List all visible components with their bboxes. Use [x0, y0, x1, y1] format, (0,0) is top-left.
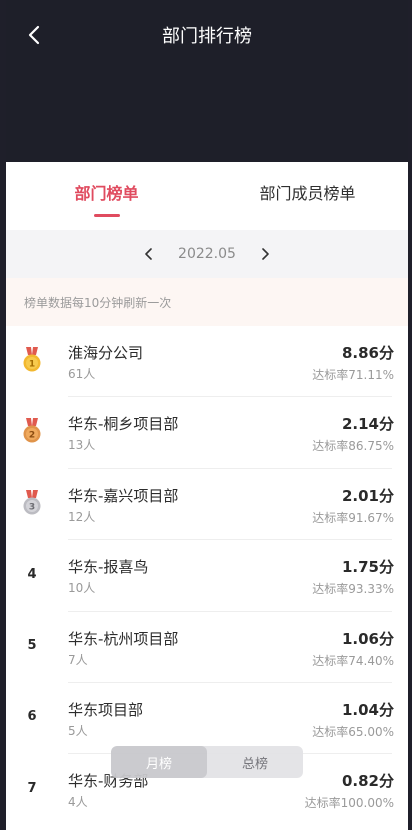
score: 1.75分	[341, 558, 394, 577]
page-title: 部门排行榜	[162, 26, 252, 47]
tab-bar: 部门榜单 部门成员榜单	[6, 162, 408, 230]
department-name: 淮海分公司	[68, 344, 144, 362]
gold-medal-icon: 1	[23, 347, 41, 372]
right-edge	[408, 0, 412, 830]
app-screen: 部门排行榜 部门榜单 部门成员榜单 2022.05 榜单数据每10分钟刷新一次	[0, 0, 412, 830]
notice-text: 榜单数据每10分钟刷新一次	[24, 295, 172, 310]
department-name: 华东-杭州项目部	[68, 629, 179, 648]
svg-text:2: 2	[29, 431, 35, 441]
rank-number: 6	[27, 709, 37, 725]
member-count: 5人	[68, 723, 88, 738]
ranking-row[interactable]: 1 淮海分公司 61人 8.86分 达标率71.11%	[6, 326, 408, 398]
completion-rate: 达标率74.40%	[312, 653, 394, 668]
score: 8.86分	[341, 344, 394, 362]
svg-text:3: 3	[29, 502, 35, 512]
total-ranking-button[interactable]: 总榜	[207, 746, 303, 778]
tab-label: 部门榜单	[74, 184, 139, 203]
rank-number: 7	[27, 780, 37, 796]
tab-department-ranking[interactable]: 部门榜单	[6, 162, 207, 230]
score: 2.14分	[341, 415, 394, 434]
completion-rate: 达标率86.75%	[312, 439, 394, 454]
header: 部门排行榜	[6, 0, 408, 162]
monthly-ranking-button[interactable]: 月榜	[111, 746, 207, 778]
silver-medal-icon: 2	[23, 418, 41, 443]
current-month: 2022.05	[178, 246, 236, 262]
ranking-row[interactable]: 5 华东-杭州项目部 7人 1.06分 达标率74.40%	[6, 612, 408, 683]
member-count: 12人	[68, 509, 96, 524]
score: 0.82分	[341, 772, 394, 791]
completion-rate: 达标率65.00%	[312, 724, 394, 739]
rank-number: 5	[27, 638, 37, 654]
rank-number: 4	[27, 566, 37, 582]
period-toggle: 月榜 总榜	[111, 746, 303, 778]
tab-member-ranking[interactable]: 部门成员榜单	[207, 162, 408, 230]
chevron-left-icon	[145, 248, 152, 260]
member-count: 7人	[68, 652, 88, 667]
ranking-row[interactable]: 4 华东-报喜鸟 10人 1.75分 达标率93.33%	[6, 540, 408, 612]
member-count: 61人	[68, 367, 96, 381]
department-name: 华东-桐乡项目部	[68, 415, 179, 434]
previous-month-button[interactable]	[138, 243, 160, 265]
rank-badge: 2	[18, 415, 46, 447]
ranking-row[interactable]: 3 华东-嘉兴项目部 12人 2.01分 达标率91.67%	[6, 469, 408, 541]
member-count: 13人	[68, 438, 96, 453]
completion-rate: 达标率93.33%	[312, 582, 394, 597]
refresh-notice: 榜单数据每10分钟刷新一次	[6, 278, 408, 326]
completion-rate: 达标率91.67%	[312, 510, 394, 525]
member-count: 10人	[68, 581, 96, 596]
ranking-row[interactable]: 6 华东项目部 5人 1.04分 达标率65.00%	[6, 683, 408, 755]
completion-rate: 达标率100.00%	[304, 796, 394, 811]
department-name: 华东项目部	[68, 700, 144, 719]
member-count: 4人	[68, 795, 88, 810]
rank-badge: 1	[18, 344, 46, 376]
month-selector: 2022.05	[6, 230, 408, 278]
score: 1.06分	[341, 629, 394, 648]
completion-rate: 达标率71.11%	[312, 368, 394, 382]
tab-active-indicator	[93, 214, 120, 217]
department-name: 华东-报喜鸟	[68, 558, 149, 577]
next-month-button[interactable]	[254, 243, 276, 265]
department-name: 华东-嘉兴项目部	[68, 486, 179, 505]
tab-label: 部门成员榜单	[259, 184, 356, 203]
svg-text:1: 1	[29, 360, 35, 370]
score: 1.04分	[341, 700, 394, 719]
score: 2.01分	[341, 486, 394, 505]
chevron-right-icon	[262, 248, 269, 260]
ranking-row[interactable]: 2 华东-桐乡项目部 13人 2.14分 达标率86.75%	[6, 397, 408, 469]
bronze-medal-icon: 3	[23, 489, 41, 515]
rank-badge: 3	[18, 487, 46, 519]
